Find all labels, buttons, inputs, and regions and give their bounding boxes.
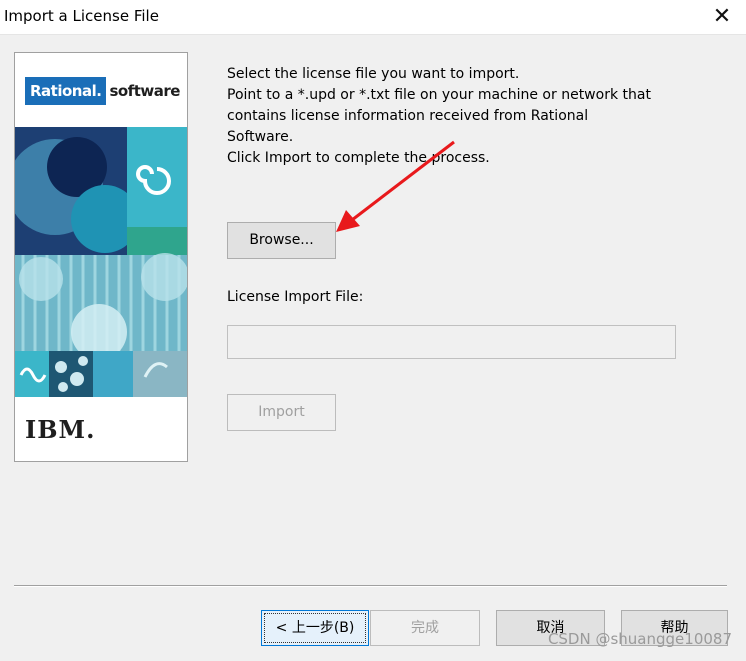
browse-button[interactable]: Browse... — [227, 222, 336, 259]
logo-software-text: software — [109, 82, 180, 100]
instruction-line: contains license information received fr… — [227, 108, 589, 124]
title-bar: Import a License File ✕ — [0, 0, 746, 35]
finish-button[interactable]: 完成 — [370, 610, 480, 646]
side-banner: Rational. software IBM. — [14, 52, 188, 462]
rational-software-logo: Rational. software — [25, 77, 180, 107]
instruction-line: Point to a *.upd or *.txt file on your m… — [227, 87, 651, 103]
window-title: Import a License File — [4, 7, 159, 25]
license-import-file-field[interactable] — [227, 325, 676, 359]
license-import-file-label: License Import File: — [227, 289, 364, 305]
watermark-text: CSDN @shuangge10087 — [547, 630, 732, 648]
focus-outline — [264, 613, 366, 643]
decorative-artwork — [15, 127, 187, 397]
close-icon[interactable]: ✕ — [710, 5, 734, 29]
back-button[interactable]: < 上一步(B) — [261, 610, 369, 646]
red-annotation-arrow — [336, 140, 455, 232]
ibm-logo-text: IBM. — [25, 415, 96, 444]
logo-rational-text: Rational. — [25, 77, 107, 105]
instruction-line: Select the license file you want to impo… — [227, 66, 520, 82]
ibm-logo: IBM. — [25, 415, 95, 444]
import-button[interactable]: Import — [227, 394, 336, 431]
footer-separator — [14, 585, 727, 587]
